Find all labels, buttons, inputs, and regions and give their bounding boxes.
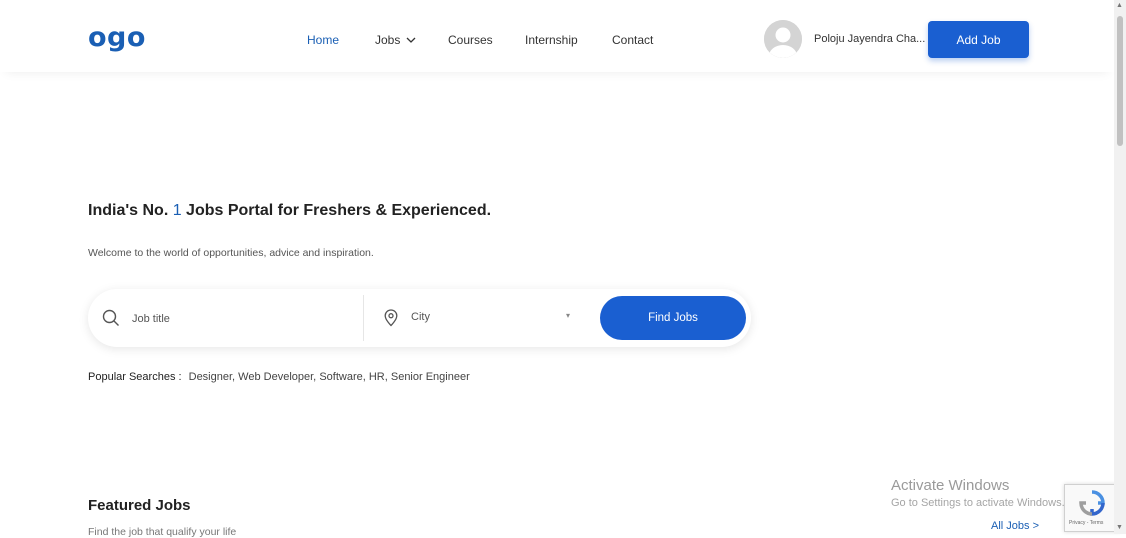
scroll-up-arrow-icon[interactable]: ▲ bbox=[1116, 2, 1123, 9]
popular-tag-web-developer[interactable]: Web Developer, bbox=[238, 371, 316, 383]
recaptcha-terms[interactable]: Privacy - Terms bbox=[1069, 520, 1103, 526]
hero-headline: India's No. 1 Jobs Portal for Freshers &… bbox=[88, 202, 491, 220]
nav-jobs-label: Jobs bbox=[375, 33, 401, 47]
popular-tag-hr[interactable]: HR, bbox=[369, 371, 388, 383]
nav-internship[interactable]: Internship bbox=[525, 33, 578, 47]
activate-windows-subtitle: Go to Settings to activate Windows. bbox=[891, 497, 1065, 509]
popular-tag-designer[interactable]: Designer, bbox=[189, 371, 235, 383]
site-header: ogo Home Jobs Courses Internship Contact… bbox=[0, 0, 1114, 72]
caret-down-icon[interactable]: ▾ bbox=[566, 311, 570, 320]
user-name[interactable]: Poloju Jayendra Cha... bbox=[814, 33, 925, 45]
job-title-input[interactable] bbox=[130, 307, 354, 331]
recaptcha-icon bbox=[1079, 490, 1105, 516]
featured-jobs-title: Featured Jobs bbox=[88, 497, 191, 514]
site-logo[interactable]: ogo bbox=[88, 22, 146, 53]
user-placeholder-icon bbox=[764, 20, 802, 58]
add-job-button[interactable]: Add Job bbox=[928, 21, 1029, 58]
chevron-down-icon bbox=[406, 37, 416, 44]
nav-courses[interactable]: Courses bbox=[448, 33, 493, 47]
popular-tag-senior-engineer[interactable]: Senior Engineer bbox=[391, 371, 470, 383]
nav-jobs[interactable]: Jobs bbox=[375, 33, 416, 47]
search-icon bbox=[102, 309, 119, 326]
all-jobs-link[interactable]: All Jobs > bbox=[991, 520, 1039, 532]
search-divider bbox=[363, 295, 364, 341]
activate-windows-title: Activate Windows bbox=[891, 477, 1010, 494]
nav-home[interactable]: Home bbox=[307, 33, 339, 47]
popular-searches-label: Popular Searches : bbox=[88, 371, 182, 383]
hero-subtitle: Welcome to the world of opportunities, a… bbox=[88, 247, 374, 259]
popular-tag-software[interactable]: Software, bbox=[319, 371, 365, 383]
user-avatar[interactable] bbox=[764, 20, 802, 58]
recaptcha-badge[interactable]: Privacy - Terms bbox=[1064, 484, 1120, 532]
nav-contact[interactable]: Contact bbox=[612, 33, 653, 47]
find-jobs-button[interactable]: Find Jobs bbox=[600, 296, 746, 340]
location-pin-icon bbox=[384, 309, 398, 327]
headline-number: 1 bbox=[172, 202, 182, 219]
scroll-down-arrow-icon[interactable]: ▼ bbox=[1116, 524, 1123, 531]
city-select[interactable]: City bbox=[411, 311, 430, 323]
popular-searches: Popular Searches : Designer, Web Develop… bbox=[88, 371, 470, 383]
headline-post: Jobs Portal for Freshers & Experienced. bbox=[181, 202, 492, 219]
job-search-bar: City ▾ Find Jobs bbox=[88, 289, 751, 347]
headline-pre: India's No. bbox=[88, 202, 173, 219]
featured-jobs-subtitle: Find the job that qualify your life bbox=[88, 526, 237, 538]
scrollbar-thumb[interactable] bbox=[1117, 16, 1123, 146]
